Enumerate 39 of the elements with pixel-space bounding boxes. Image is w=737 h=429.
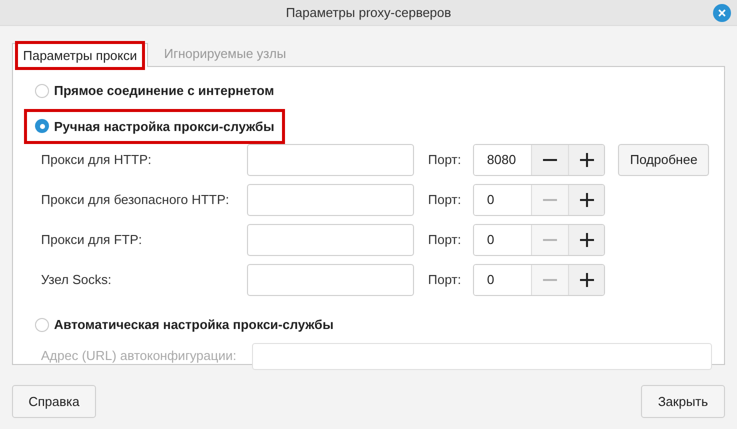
plus-icon: [580, 273, 594, 287]
plus-icon: [580, 193, 594, 207]
input-field[interactable]: [247, 184, 414, 216]
radio-option[interactable]: Ручная настройка прокси-службы: [24, 108, 286, 144]
plus-button[interactable]: [568, 225, 604, 255]
plus-button[interactable]: [568, 185, 604, 215]
port-label: Порт:: [428, 271, 462, 290]
field-label: Прокси для безопасного HTTP:: [40, 191, 230, 210]
minus-button[interactable]: [531, 145, 568, 175]
plus-button[interactable]: [568, 145, 604, 175]
plus-button[interactable]: [568, 265, 604, 295]
details-button[interactable]: Подробнее: [618, 144, 710, 176]
close-button[interactable]: Закрыть: [641, 385, 725, 418]
minus-icon: [543, 239, 557, 241]
port-spinner[interactable]: 8080: [473, 144, 605, 176]
window-title: Параметры proxy-серверов: [286, 4, 452, 22]
input-field[interactable]: [247, 224, 414, 256]
port-spinner[interactable]: 0: [473, 184, 605, 216]
radio-option[interactable]: Автоматическая настройка прокси-службы: [24, 307, 345, 342]
port-label: Порт:: [428, 191, 462, 210]
help-button[interactable]: Справка: [12, 385, 96, 418]
field-label: Прокси для HTTP:: [40, 151, 152, 170]
radio-option[interactable]: Прямое соединение с интернетом: [24, 73, 286, 108]
minus-icon: [543, 199, 557, 201]
port-label: Порт:: [428, 231, 462, 250]
field-label: Адрес (URL) автоконфигурации:: [40, 347, 238, 366]
port-spinner[interactable]: 0: [473, 224, 605, 256]
input-field[interactable]: [247, 264, 414, 296]
plus-icon: [580, 153, 594, 167]
plus-icon: [580, 233, 594, 247]
tab[interactable]: Параметры прокси: [12, 43, 148, 67]
field-label: Прокси для FTP:: [40, 231, 143, 250]
close-icon[interactable]: [713, 4, 731, 22]
port-spinner[interactable]: 0: [473, 264, 605, 296]
input-field[interactable]: [247, 144, 414, 176]
minus-icon: [543, 279, 557, 281]
field-label: Узел Socks:: [40, 271, 112, 290]
port-label: Порт:: [428, 151, 462, 170]
minus-icon: [543, 159, 557, 161]
